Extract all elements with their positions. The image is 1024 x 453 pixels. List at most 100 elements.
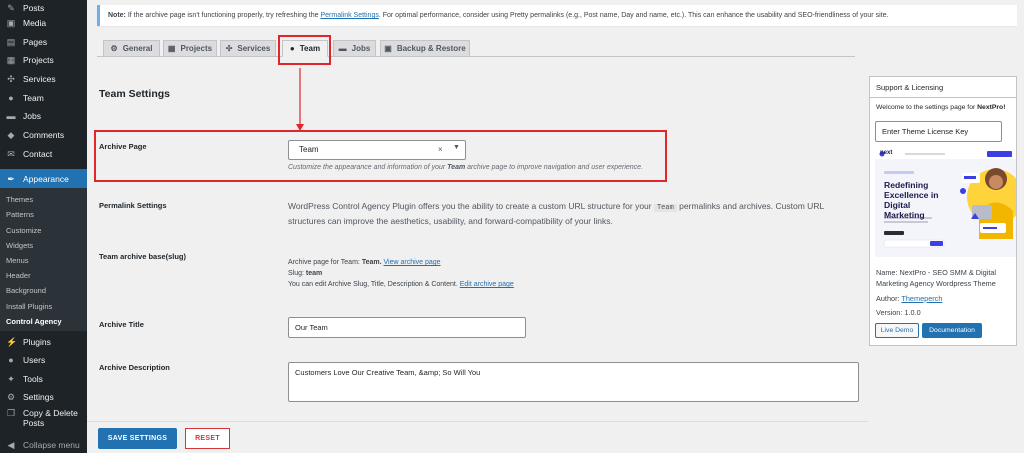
sidebar-item-label: Plugins bbox=[23, 337, 51, 347]
admin-sidebar: ✎ Posts ▣ Media ▤ Pages ▦ Projects ✣ Services… bbox=[0, 0, 87, 453]
plugins-icon: ⚡ bbox=[6, 337, 18, 347]
welcome-text: Welcome to the settings page for bbox=[876, 104, 978, 111]
desc-bold: Team bbox=[447, 164, 466, 171]
settings-icon: ⚙ bbox=[6, 392, 16, 402]
appearance-icon: ✒ bbox=[7, 174, 15, 184]
tab-label: Services bbox=[237, 44, 271, 53]
pin-icon: ✎ bbox=[7, 3, 15, 13]
tab-jobs[interactable]: ▬ Jobs bbox=[333, 40, 376, 57]
submenu-themes[interactable]: Themes bbox=[6, 195, 33, 204]
sidebar-item-projects[interactable]: ▦ Projects bbox=[0, 52, 87, 68]
submenu-header[interactable]: Header bbox=[6, 271, 31, 280]
sidebar-item-comments[interactable]: ◆ Comments bbox=[0, 127, 87, 143]
tab-label: General bbox=[122, 44, 153, 53]
sidebar-item-pages[interactable]: ▤ Pages bbox=[0, 34, 87, 50]
team-icon: ● bbox=[8, 93, 14, 103]
page-title: Team Settings bbox=[99, 88, 170, 100]
slug-text: Archive page for Team: bbox=[288, 259, 362, 266]
services-icon: ✣ bbox=[225, 44, 233, 53]
backup-icon: ▣ bbox=[384, 44, 392, 53]
thumb-headline: Redefining Excellence in Digital Marketi… bbox=[884, 180, 938, 220]
sidebar-item-posts[interactable]: ✎ Posts bbox=[0, 0, 87, 16]
archive-title-input[interactable]: Our Team bbox=[288, 317, 526, 338]
submenu-widgets[interactable]: Widgets bbox=[6, 241, 33, 250]
chevron-down-icon[interactable]: ▼ bbox=[453, 144, 460, 151]
sidebar-item-label: Collapse menu bbox=[23, 440, 80, 450]
archive-page-label: Archive Page bbox=[99, 142, 147, 151]
license-key-input[interactable]: Enter Theme License Key bbox=[875, 121, 1002, 142]
notice-prefix: Note: bbox=[108, 12, 126, 19]
sidebar-item-plugins[interactable]: ⚡ Plugins bbox=[0, 334, 87, 350]
tab-projects[interactable]: ▦ Projects bbox=[163, 40, 217, 57]
view-archive-link[interactable]: View archive page bbox=[383, 259, 440, 266]
sidebar-item-users[interactable]: ● Users bbox=[0, 352, 87, 368]
sidebar-item-label: Users bbox=[23, 355, 46, 365]
sidebar-item-jobs[interactable]: ▬ Jobs bbox=[0, 108, 87, 124]
services-icon: ✣ bbox=[7, 74, 15, 84]
submenu-background[interactable]: Background bbox=[6, 286, 46, 295]
theme-name: Name: NextPro - SEO SMM & Digital Market… bbox=[876, 268, 997, 288]
sidebar-item-label-wrap: Copy & Delete Posts bbox=[23, 408, 78, 428]
sidebar-item-services[interactable]: ✣ Services bbox=[0, 71, 87, 87]
sidebar-item-label: Copy & Delete bbox=[23, 408, 78, 418]
submenu-install-plugins[interactable]: Install Plugins bbox=[6, 302, 52, 311]
sidebar-item-media[interactable]: ▣ Media bbox=[0, 15, 87, 31]
notice-text: If the archive page isn't functioning pr… bbox=[125, 12, 321, 19]
collapse-icon: ◀ bbox=[7, 440, 15, 450]
slug-value: team bbox=[305, 270, 323, 277]
theme-version: Version: 1.0.0 bbox=[876, 308, 921, 317]
sidebar-item-settings[interactable]: ⚙ Settings bbox=[0, 389, 87, 405]
archive-slug-label: Team archive base(slug) bbox=[99, 252, 186, 261]
submenu-patterns[interactable]: Patterns bbox=[6, 210, 34, 219]
archive-description-textarea[interactable]: Customers Love Our Creative Team, &amp; … bbox=[288, 362, 859, 402]
author-link[interactable]: Themeperch bbox=[901, 294, 942, 303]
permalink-settings-link[interactable]: Permalink Settings bbox=[320, 12, 378, 19]
contact-icon: ✉ bbox=[7, 149, 15, 159]
slug-text: Slug: bbox=[288, 270, 306, 277]
edit-archive-link[interactable]: Edit archive page bbox=[460, 281, 514, 288]
sidebar-item-label: Posts bbox=[23, 3, 45, 13]
media-icon: ▣ bbox=[6, 18, 16, 28]
permalink-notice: Note: If the archive page isn't function… bbox=[97, 5, 1017, 26]
permalink-text: WordPress Control Agency Plugin offers y… bbox=[288, 201, 654, 211]
sidebar-item-label: Pages bbox=[23, 37, 48, 47]
sidebar-item-tools[interactable]: ✦ Tools bbox=[0, 371, 87, 387]
theme-preview-image[interactable]: next Redefining Excellence in Digital Ma… bbox=[875, 149, 1016, 257]
live-demo-button[interactable]: Live Demo bbox=[875, 323, 919, 338]
footer-divider bbox=[87, 421, 868, 422]
sidebar-item-label: Contact bbox=[23, 149, 53, 159]
submenu-customize[interactable]: Customize bbox=[6, 226, 41, 235]
tab-label: Projects bbox=[180, 44, 213, 53]
desc-text-after: archive page to improve navigation and u… bbox=[465, 164, 644, 171]
thumb-logo: next bbox=[880, 150, 893, 156]
sidebar-item-contact[interactable]: ✉ Contact bbox=[0, 146, 87, 162]
sidebar-item-label: Appearance bbox=[23, 174, 69, 184]
author-label: Author: bbox=[876, 294, 902, 303]
documentation-button[interactable]: Documentation bbox=[922, 323, 982, 338]
sidebar-item-appearance[interactable]: ✒ Appearance bbox=[0, 169, 87, 189]
reset-button[interactable]: RESET bbox=[185, 428, 230, 449]
permalink-code: Team bbox=[653, 204, 677, 212]
collapse-menu[interactable]: ◀ Collapse menu bbox=[0, 437, 87, 453]
users-icon: ● bbox=[8, 355, 14, 365]
sidebar-item-team[interactable]: ● Team bbox=[0, 90, 87, 106]
copy-icon: ❐ bbox=[6, 408, 16, 418]
sidebar-item-label: Team bbox=[23, 93, 44, 103]
support-title: Support & Licensing bbox=[876, 83, 944, 92]
slug-line-1: Archive page for Team: Team. View archiv… bbox=[288, 257, 514, 268]
save-settings-button[interactable]: SAVE SETTINGS bbox=[98, 428, 177, 449]
tab-backup-restore[interactable]: ▣ Backup & Restore bbox=[380, 40, 470, 57]
support-divider bbox=[870, 97, 1016, 98]
tab-label: Jobs bbox=[351, 44, 371, 53]
select-clear-icon[interactable]: × bbox=[438, 145, 443, 154]
submenu-menus[interactable]: Menus bbox=[6, 256, 29, 265]
sidebar-item-copy-delete[interactable]: ❐ Copy & Delete Posts bbox=[0, 408, 87, 434]
welcome-theme: NextPro! bbox=[977, 104, 1006, 111]
submenu-control-agency[interactable]: Control Agency bbox=[6, 317, 62, 326]
tab-services[interactable]: ✣ Services bbox=[220, 40, 276, 57]
projects-icon: ▦ bbox=[6, 55, 16, 65]
archive-page-description: Customize the appearance and information… bbox=[288, 164, 643, 171]
appearance-submenu: Themes Patterns Customize Widgets Menus … bbox=[0, 188, 87, 331]
theme-author: Author: Themeperch bbox=[876, 294, 942, 303]
tab-general[interactable]: ⚙ General bbox=[103, 40, 160, 57]
